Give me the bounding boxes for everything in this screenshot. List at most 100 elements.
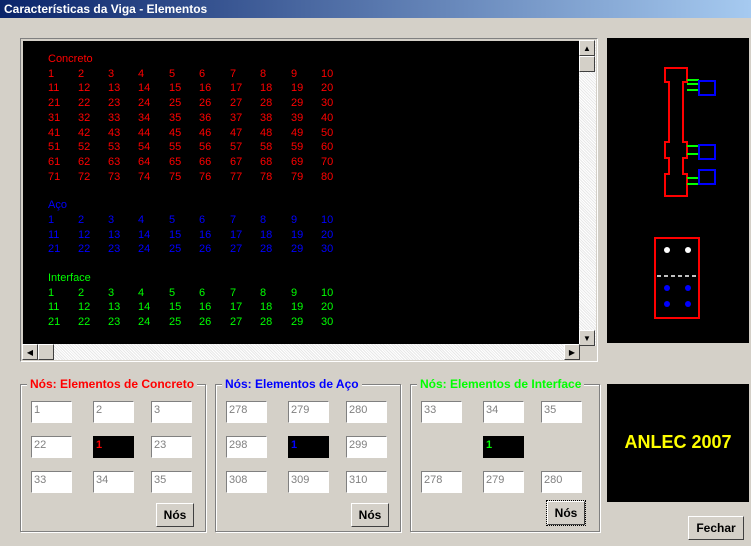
concrete-node-field[interactable]: 34 xyxy=(93,471,134,493)
steel-node-field[interactable]: 278 xyxy=(226,401,267,423)
list-cell[interactable]: 59 xyxy=(291,141,303,153)
list-cell[interactable]: 34 xyxy=(138,112,150,124)
list-cell[interactable]: 48 xyxy=(260,127,272,139)
list-cell[interactable]: 30 xyxy=(321,97,333,109)
list-cell[interactable]: 28 xyxy=(260,243,272,255)
interface-node-field[interactable]: 34 xyxy=(483,401,524,423)
list-cell[interactable]: 23 xyxy=(108,97,120,109)
list-cell[interactable]: 18 xyxy=(260,82,272,94)
list-cell[interactable]: 16 xyxy=(199,229,211,241)
list-cell[interactable]: 14 xyxy=(138,301,150,313)
list-cell[interactable]: 28 xyxy=(260,97,272,109)
list-cell[interactable]: 19 xyxy=(291,229,303,241)
list-cell[interactable]: 76 xyxy=(199,171,211,183)
list-cell[interactable]: 2 xyxy=(78,287,84,299)
list-cell[interactable]: 26 xyxy=(199,97,211,109)
list-cell[interactable]: 25 xyxy=(169,243,181,255)
list-cell[interactable]: 2 xyxy=(78,214,84,226)
list-cell[interactable]: 54 xyxy=(138,141,150,153)
list-cell[interactable]: 1 xyxy=(48,287,54,299)
list-cell[interactable]: 58 xyxy=(260,141,272,153)
list-cell[interactable]: 24 xyxy=(138,97,150,109)
list-cell[interactable]: 4 xyxy=(138,68,144,80)
list-cell[interactable]: 6 xyxy=(199,287,205,299)
concrete-node-field[interactable]: 23 xyxy=(151,436,192,458)
list-cell[interactable]: 5 xyxy=(169,287,175,299)
list-cell[interactable]: 20 xyxy=(321,229,333,241)
list-cell[interactable]: 19 xyxy=(291,301,303,313)
steel-node-field[interactable]: 280 xyxy=(346,401,387,423)
steel-node-field[interactable]: 299 xyxy=(346,436,387,458)
list-cell[interactable]: 22 xyxy=(78,316,90,328)
list-cell[interactable]: 24 xyxy=(138,316,150,328)
list-cell[interactable]: 9 xyxy=(291,214,297,226)
list-cell[interactable]: 14 xyxy=(138,229,150,241)
list-cell[interactable]: 20 xyxy=(321,82,333,94)
list-cell[interactable]: 51 xyxy=(48,141,60,153)
list-cell[interactable]: 64 xyxy=(138,156,150,168)
hscroll-thumb[interactable] xyxy=(38,344,54,360)
list-cell[interactable]: 8 xyxy=(260,68,266,80)
list-cell[interactable]: 7 xyxy=(230,214,236,226)
scroll-left-button[interactable]: ◀ xyxy=(22,344,38,360)
list-cell[interactable]: 18 xyxy=(260,229,272,241)
list-cell[interactable]: 29 xyxy=(291,243,303,255)
list-cell[interactable]: 60 xyxy=(321,141,333,153)
list-cell[interactable]: 4 xyxy=(138,287,144,299)
list-cell[interactable]: 35 xyxy=(169,112,181,124)
list-cell[interactable]: 23 xyxy=(108,243,120,255)
list-cell[interactable]: 27 xyxy=(230,316,242,328)
list-cell[interactable]: 10 xyxy=(321,68,333,80)
list-cell[interactable]: 38 xyxy=(260,112,272,124)
list-cell[interactable]: 10 xyxy=(321,214,333,226)
list-cell[interactable]: 63 xyxy=(108,156,120,168)
list-cell[interactable]: 15 xyxy=(169,301,181,313)
list-cell[interactable]: 73 xyxy=(108,171,120,183)
list-cell[interactable]: 30 xyxy=(321,316,333,328)
interface-node-field[interactable]: 33 xyxy=(421,401,462,423)
list-cell[interactable]: 5 xyxy=(169,68,175,80)
list-cell[interactable]: 44 xyxy=(138,127,150,139)
interface-nodes-button[interactable]: Nós xyxy=(546,500,586,526)
list-cell[interactable]: 27 xyxy=(230,243,242,255)
list-cell[interactable]: 67 xyxy=(230,156,242,168)
list-cell[interactable]: 1 xyxy=(48,214,54,226)
list-cell[interactable]: 6 xyxy=(199,68,205,80)
scroll-down-button[interactable]: ▼ xyxy=(579,330,595,346)
list-cell[interactable]: 37 xyxy=(230,112,242,124)
list-cell[interactable]: 57 xyxy=(230,141,242,153)
list-cell[interactable]: 71 xyxy=(48,171,60,183)
interface-node-field[interactable]: 35 xyxy=(541,401,582,423)
list-cell[interactable]: 15 xyxy=(169,229,181,241)
list-cell[interactable]: 16 xyxy=(199,82,211,94)
list-cell[interactable]: 3 xyxy=(108,214,114,226)
element-list[interactable]: Concreto 1 2 3 4 5 6 7 8 9 10 11 12 13 14 15 16 17 18 19 20 2… xyxy=(23,41,579,345)
interface-node-field[interactable]: 279 xyxy=(483,471,524,493)
list-cell[interactable]: 46 xyxy=(199,127,211,139)
list-cell[interactable]: 49 xyxy=(291,127,303,139)
list-cell[interactable]: 53 xyxy=(108,141,120,153)
list-cell[interactable]: 3 xyxy=(108,287,114,299)
list-cell[interactable]: 8 xyxy=(260,214,266,226)
steel-node-field[interactable]: 279 xyxy=(288,401,329,423)
list-cell[interactable]: 1 xyxy=(48,68,54,80)
list-cell[interactable]: 13 xyxy=(108,82,120,94)
list-cell[interactable]: 29 xyxy=(291,97,303,109)
close-button[interactable]: Fechar xyxy=(688,516,744,540)
list-cell[interactable]: 29 xyxy=(291,316,303,328)
horizontal-scrollbar[interactable]: ◀ ▶ xyxy=(22,344,580,360)
list-cell[interactable]: 17 xyxy=(230,229,242,241)
list-cell[interactable]: 11 xyxy=(48,229,59,241)
list-cell[interactable]: 41 xyxy=(48,127,60,139)
steel-nodes-button[interactable]: Nós xyxy=(351,503,389,527)
list-cell[interactable]: 80 xyxy=(321,171,333,183)
list-cell[interactable]: 4 xyxy=(138,214,144,226)
list-cell[interactable]: 27 xyxy=(230,97,242,109)
list-cell[interactable]: 8 xyxy=(260,287,266,299)
list-cell[interactable]: 21 xyxy=(48,316,60,328)
list-cell[interactable]: 2 xyxy=(78,68,84,80)
list-cell[interactable]: 22 xyxy=(78,97,90,109)
list-cell[interactable]: 9 xyxy=(291,68,297,80)
list-cell[interactable]: 74 xyxy=(138,171,150,183)
steel-node-field[interactable]: 298 xyxy=(226,436,267,458)
